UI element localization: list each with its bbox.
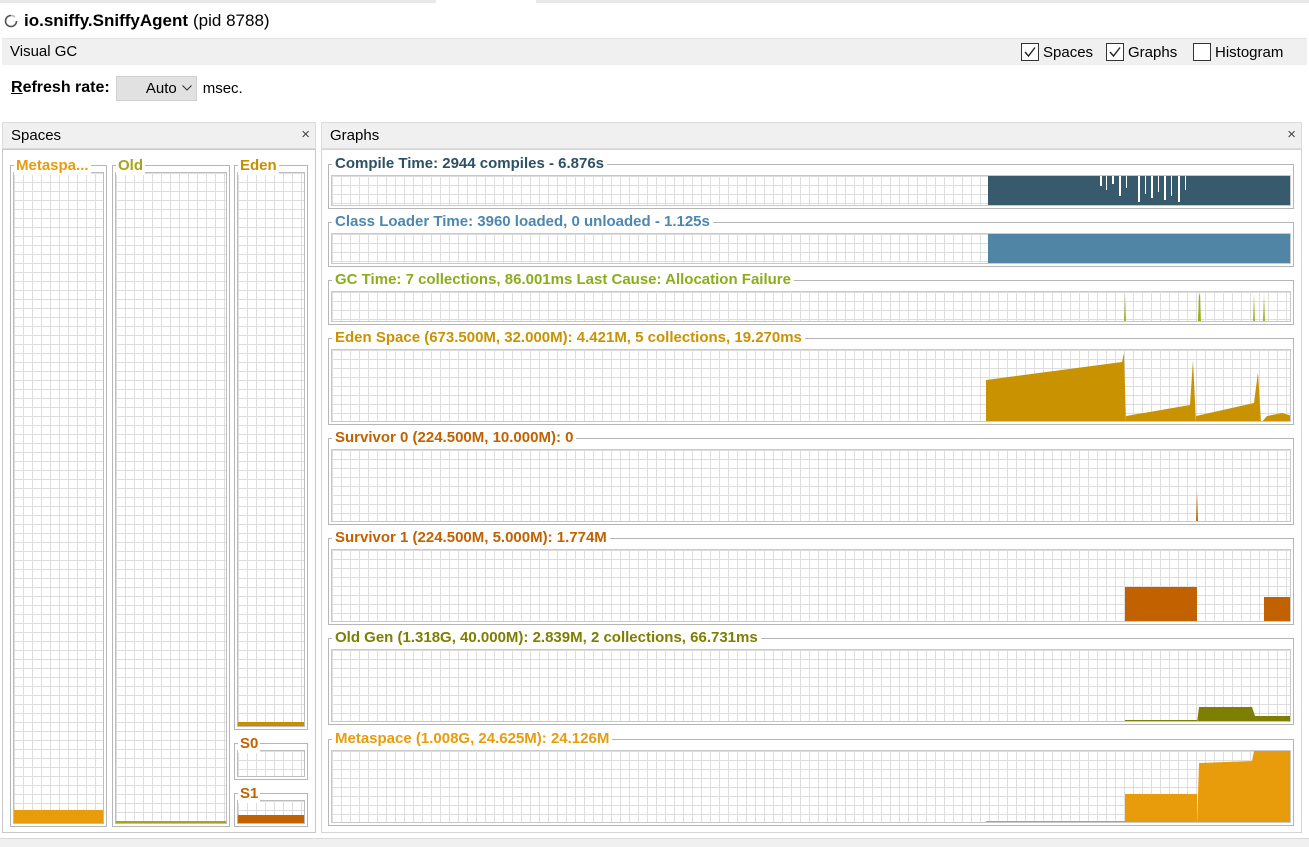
- compile-time-gap: [1112, 176, 1114, 184]
- graph-label-survivor-1: Survivor 1 (224.500M, 5.000M): 1.774M: [332, 529, 610, 547]
- compile-time-gap: [1185, 176, 1186, 190]
- compile-time-gap: [1100, 176, 1102, 186]
- graph-metaspace: Metaspace (1.008G, 24.625M): 24.126M: [328, 730, 1294, 826]
- graph-label-gc-time: GC Time: 7 collections, 86.001ms Last Ca…: [332, 271, 794, 289]
- compile-time-gap: [1145, 176, 1146, 194]
- spaces-checkbox-label: Spaces: [1043, 43, 1094, 61]
- refresh-rate-select[interactable]: Auto: [115, 75, 197, 101]
- check-icon: [1024, 47, 1036, 58]
- compile-time-gap: [1106, 176, 1107, 190]
- spaces-panel-title: Spaces: [11, 127, 62, 144]
- close-icon[interactable]: ×: [301, 126, 310, 143]
- refresh-rate-row: Refresh rate: Auto msec.: [11, 75, 243, 101]
- metaspace-fill: [14, 810, 103, 823]
- graph-label-survivor-0: Survivor 0 (224.500M, 10.000M): 0: [332, 429, 577, 447]
- class-loader-time-area: [988, 234, 1290, 263]
- graphs-panel-title: Graphs: [330, 127, 380, 144]
- survivor-1-usage-area: [1264, 597, 1290, 621]
- survivor-0-spike: [1196, 491, 1198, 521]
- eden-usage-area: [1262, 413, 1290, 421]
- compile-time-gap: [1164, 176, 1166, 200]
- space-s1: S1: [234, 785, 308, 827]
- refresh-rate-unit: msec.: [202, 79, 243, 97]
- graph-gc-time: GC Time: 7 collections, 86.001ms Last Ca…: [328, 271, 1294, 325]
- pid-label: (pid 8788): [193, 11, 270, 30]
- graphs-checkbox[interactable]: Graphs: [1106, 42, 1177, 62]
- graphs-panel-header: Graphs ×: [321, 122, 1302, 149]
- compile-time-gap: [1119, 176, 1121, 196]
- gc-time-spike: [1124, 294, 1126, 321]
- graph-label-metaspace: Metaspace (1.008G, 24.625M): 24.126M: [332, 730, 613, 748]
- compile-time-gap: [1126, 176, 1127, 188]
- eden-fill: [238, 722, 304, 726]
- space-s0: S0: [234, 735, 308, 780]
- graph-compile-time: Compile Time: 2944 compiles - 6.876s: [328, 155, 1294, 209]
- graph-class-loader-time: Class Loader Time: 3960 loaded, 0 unload…: [328, 213, 1294, 267]
- graph-label-eden-space: Eden Space (673.500M, 32.000M): 4.421M, …: [332, 329, 805, 347]
- graph-label-compile-time: Compile Time: 2944 compiles - 6.876s: [332, 155, 608, 173]
- refresh-spinner-icon: [4, 14, 18, 28]
- metaspace-usage-area: [986, 821, 1125, 822]
- check-icon: [1109, 47, 1121, 58]
- space-old: Old: [112, 157, 230, 827]
- checkbox-box[interactable]: [1106, 43, 1124, 61]
- eden-usage-area: [986, 353, 1126, 421]
- graph-survivor-1: Survivor 1 (224.500M, 5.000M): 1.774M: [328, 529, 1294, 625]
- active-tab[interactable]: [436, 0, 536, 3]
- space-label-s1: S1: [238, 785, 261, 803]
- histogram-checkbox-label: Histogram: [1215, 43, 1284, 61]
- space-label-old: Old: [116, 157, 145, 175]
- compile-time-gap: [1158, 176, 1159, 192]
- gc-time-spike: [1198, 292, 1201, 321]
- graph-old-gen: Old Gen (1.318G, 40.000M): 2.839M, 2 col…: [328, 629, 1294, 725]
- eden-usage-area: [1196, 372, 1261, 421]
- spaces-panel: Metaspa... Old Eden S0 S1: [2, 149, 316, 833]
- spaces-checkbox[interactable]: Spaces: [1021, 42, 1093, 62]
- old-gen-usage-area: [1197, 707, 1290, 721]
- gc-time-spike: [1263, 294, 1265, 321]
- status-edge: [0, 838, 1309, 847]
- checkbox-box[interactable]: [1021, 43, 1039, 61]
- graph-survivor-0: Survivor 0 (224.500M, 10.000M): 0: [328, 429, 1294, 525]
- metaspace-usage-area: [1125, 794, 1197, 822]
- spaces-panel-header: Spaces ×: [2, 122, 316, 149]
- refresh-rate-label: Refresh rate:: [11, 79, 110, 96]
- title-bar: io.sniffy.SniffyAgent (pid 8788): [0, 8, 270, 34]
- compile-time-gap: [1151, 176, 1153, 198]
- space-label-metaspace: Metaspa...: [14, 157, 91, 175]
- tool-name: Visual GC: [10, 43, 78, 60]
- gc-time-spike: [1253, 294, 1255, 321]
- graph-eden-space: Eden Space (673.500M, 32.000M): 4.421M, …: [328, 329, 1294, 425]
- refresh-rate-value: Auto: [145, 79, 177, 97]
- graphs-checkbox-label: Graphs: [1128, 43, 1178, 61]
- space-metaspace: Metaspa...: [10, 157, 107, 827]
- metaspace-usage-area: [1197, 751, 1290, 822]
- visual-gc-toolbar: Visual GC Spaces Graphs Histogram: [2, 38, 1307, 65]
- app-window: io.sniffy.SniffyAgent (pid 8788) Visual …: [0, 0, 1309, 847]
- tab-strip: [0, 0, 1309, 3]
- chevron-down-icon: [181, 85, 192, 91]
- graph-label-class-loader-time: Class Loader Time: 3960 loaded, 0 unload…: [332, 213, 713, 231]
- s1-fill: [238, 815, 304, 823]
- compile-time-gap: [1138, 176, 1140, 202]
- eden-usage-area: [1126, 360, 1196, 421]
- histogram-checkbox[interactable]: Histogram: [1193, 42, 1283, 62]
- survivor-1-usage-area: [1125, 587, 1197, 621]
- old-gen-usage-area: [1125, 720, 1197, 721]
- checkbox-box[interactable]: [1193, 43, 1211, 61]
- space-eden: Eden: [234, 157, 308, 730]
- space-label-s0: S0: [238, 735, 261, 753]
- space-label-eden: Eden: [238, 157, 279, 175]
- close-icon[interactable]: ×: [1287, 126, 1296, 143]
- compile-time-gap: [1178, 176, 1180, 202]
- app-title: io.sniffy.SniffyAgent: [24, 11, 189, 30]
- old-fill: [116, 821, 226, 823]
- compile-time-gap: [1171, 176, 1172, 196]
- graph-label-old-gen: Old Gen (1.318G, 40.000M): 2.839M, 2 col…: [332, 629, 761, 647]
